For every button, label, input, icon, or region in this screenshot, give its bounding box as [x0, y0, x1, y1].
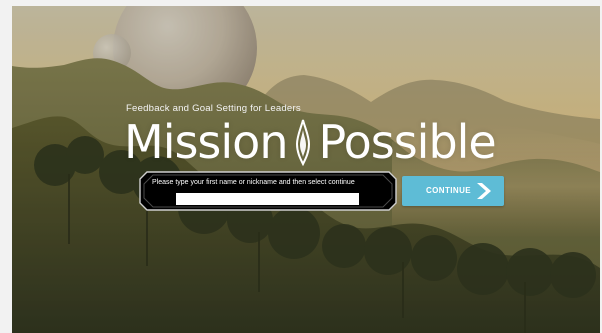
content-overlay: Feedback and Goal Setting for Leaders Mi… [12, 6, 600, 333]
panel-frame [139, 171, 397, 211]
continue-label: CONTINUE [426, 186, 471, 195]
entry-prompt: Please type your first name or nickname … [152, 179, 355, 186]
app-frame: Feedback and Goal Setting for Leaders Mi… [12, 6, 600, 333]
brand-right: Possible [318, 115, 496, 169]
name-entry-panel: Please type your first name or nickname … [139, 171, 397, 211]
brand-logo: Mission Possible [124, 114, 497, 170]
brand-left: Mission [124, 115, 288, 169]
flame-icon [289, 118, 317, 167]
name-input[interactable] [176, 193, 359, 205]
continue-button[interactable]: CONTINUE [402, 176, 504, 206]
chevron-right-icon [475, 182, 492, 200]
page-subtitle: Feedback and Goal Setting for Leaders [126, 103, 301, 114]
